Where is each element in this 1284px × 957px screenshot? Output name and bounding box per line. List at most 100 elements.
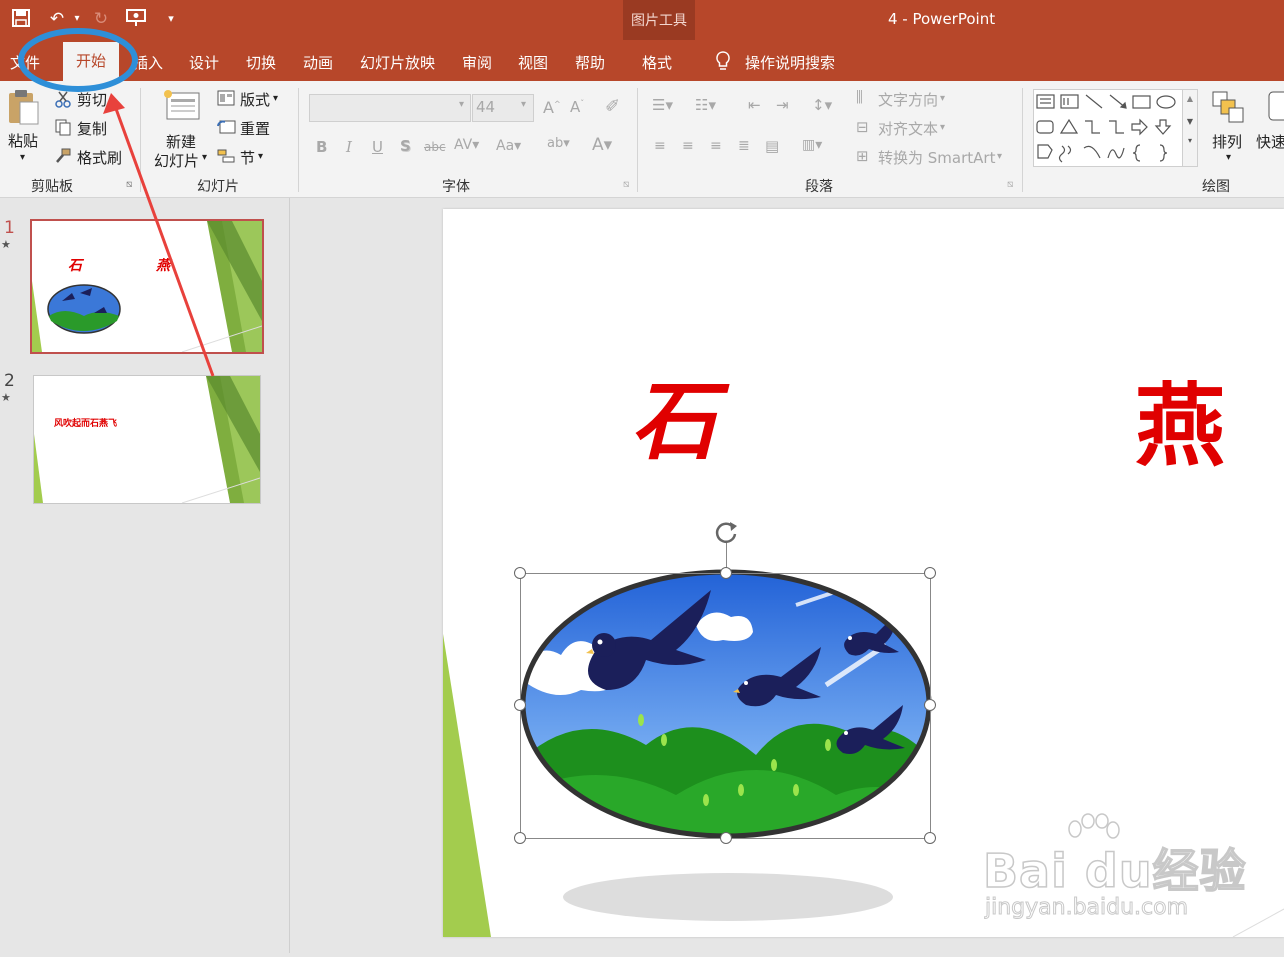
char-spacing-icon[interactable]: AV▾ — [454, 137, 479, 153]
align-text-button[interactable]: 对齐文本 — [878, 118, 938, 139]
layout-button[interactable]: 版式 — [240, 89, 270, 110]
arrange-icon[interactable] — [1210, 89, 1246, 125]
paste-icon[interactable] — [6, 88, 40, 126]
new-slide-chevron-icon[interactable]: ▾ — [202, 152, 207, 163]
present-icon[interactable] — [125, 8, 147, 30]
font-color-icon[interactable]: A▾ — [592, 135, 612, 155]
tab-design[interactable]: 设计 — [189, 52, 219, 73]
paragraph-group-label: 段落 — [805, 179, 833, 195]
format-painter-button[interactable]: 格式刷 — [77, 147, 122, 168]
save-icon[interactable] — [10, 8, 32, 30]
slide-char-yan[interactable]: 燕 — [1135, 381, 1225, 471]
baidu-paw-icon — [1061, 813, 1121, 853]
italic-icon[interactable]: I — [346, 138, 352, 156]
shadow-icon[interactable]: S — [400, 137, 411, 155]
tab-format[interactable]: 格式 — [642, 52, 672, 73]
highlight-icon[interactable]: ab▾ — [547, 136, 570, 151]
paragraph-launcher-icon[interactable]: ⧅ — [1007, 179, 1013, 190]
separator — [140, 88, 141, 192]
slide-char-shi[interactable]: 石 — [631, 379, 717, 465]
new-slide-icon[interactable] — [163, 89, 201, 123]
reset-button[interactable]: 重置 — [240, 118, 270, 139]
rotate-handle-icon[interactable] — [711, 517, 741, 547]
tab-insert[interactable]: 插入 — [133, 52, 163, 73]
thumb1-char-shi: 石 — [68, 258, 82, 274]
undo-dropdown-icon[interactable]: ▾ — [66, 8, 88, 30]
selection-frame — [520, 573, 931, 839]
tell-me-search[interactable]: 操作说明搜索 — [745, 52, 835, 73]
font-name-dropdown-icon[interactable]: ▾ — [459, 99, 464, 110]
copy-button[interactable]: 复制 — [77, 118, 107, 139]
text-direction-chevron-icon[interactable]: ▾ — [940, 93, 945, 104]
undo-icon[interactable]: ↶ — [46, 8, 68, 30]
resize-handle-w[interactable] — [514, 699, 526, 711]
change-case-icon[interactable]: Aa▾ — [496, 138, 521, 154]
shapes-gallery-scrollbar[interactable]: ▲ ▼ ▾ — [1182, 89, 1198, 167]
quick-styles-button[interactable]: 快速 — [1256, 131, 1284, 152]
align-text-chevron-icon[interactable]: ▾ — [940, 122, 945, 133]
align-center-icon[interactable]: ≡ — [682, 138, 694, 154]
align-left-icon[interactable]: ≡ — [654, 138, 666, 154]
separator — [637, 88, 638, 192]
paste-button[interactable]: 粘贴 — [8, 130, 38, 151]
grow-font-icon[interactable]: A^ — [543, 98, 561, 117]
resize-handle-nw[interactable] — [514, 567, 526, 579]
resize-handle-n[interactable] — [720, 567, 732, 579]
arrange-chevron-icon[interactable]: ▾ — [1226, 152, 1231, 163]
clipboard-launcher-icon[interactable]: ⧅ — [126, 179, 132, 190]
watermark-url: jingyan.baidu.com — [984, 895, 1189, 921]
redo-icon[interactable]: ↻ — [90, 8, 112, 30]
underline-icon[interactable]: U — [372, 138, 383, 156]
text-direction-button[interactable]: 文字方向 — [878, 89, 938, 110]
tab-review[interactable]: 审阅 — [462, 52, 492, 73]
quick-styles-icon[interactable] — [1266, 89, 1284, 125]
new-slide-dropdown[interactable]: 幻灯片 — [154, 150, 199, 171]
resize-handle-ne[interactable] — [924, 567, 936, 579]
text-direction-icon[interactable]: ⫼ — [856, 88, 863, 106]
justify-icon[interactable]: ≣ — [738, 138, 750, 154]
customize-toolbar-icon[interactable]: ▾ — [160, 8, 182, 30]
tab-file[interactable]: 文件 — [10, 52, 40, 73]
section-button[interactable]: 节 — [240, 147, 255, 168]
font-name-input[interactable] — [309, 94, 471, 122]
resize-handle-se[interactable] — [924, 832, 936, 844]
font-group-label: 字体 — [442, 179, 470, 195]
new-slide-label[interactable]: 新建 — [166, 131, 196, 152]
tab-home[interactable]: 开始 — [63, 42, 119, 81]
clear-format-icon[interactable]: ✐ — [605, 96, 620, 117]
slide-thumbnail-2[interactable]: 风吹起而石燕飞 — [33, 375, 261, 504]
tab-transitions[interactable]: 切换 — [246, 52, 276, 73]
slide-canvas[interactable]: 石 燕 Bai du经验 jingyan.baidu.com — [443, 209, 1284, 937]
align-text-icon[interactable]: ⊟ — [856, 118, 869, 136]
font-launcher-icon[interactable]: ⧅ — [623, 179, 629, 190]
resize-handle-s[interactable] — [720, 832, 732, 844]
shapes-gallery[interactable] — [1033, 89, 1185, 167]
increase-indent-icon[interactable]: ⇥ — [776, 96, 789, 114]
tab-slideshow[interactable]: 幻灯片放映 — [360, 52, 435, 73]
align-right-icon[interactable]: ≡ — [710, 138, 722, 154]
resize-handle-e[interactable] — [924, 699, 936, 711]
bold-icon[interactable]: B — [316, 138, 327, 156]
font-size-dropdown-icon[interactable]: ▾ — [521, 99, 526, 110]
line-spacing-icon[interactable]: ↕▾ — [812, 96, 832, 114]
slide-thumbnail-1[interactable]: 石 燕 — [30, 219, 264, 354]
strikethrough-icon[interactable]: abc — [424, 140, 446, 154]
section-chevron-icon[interactable]: ▾ — [258, 151, 263, 162]
tab-view[interactable]: 视图 — [518, 52, 548, 73]
arrange-button[interactable]: 排列 — [1212, 131, 1242, 152]
smartart-icon[interactable]: ⊞ — [856, 147, 869, 165]
resize-handle-sw[interactable] — [514, 832, 526, 844]
tab-help[interactable]: 帮助 — [575, 52, 605, 73]
layout-chevron-icon[interactable]: ▾ — [273, 93, 278, 104]
distributed-icon[interactable]: ▤ — [765, 137, 779, 155]
tab-animations[interactable]: 动画 — [303, 52, 333, 73]
numbering-icon[interactable]: ☷▾ — [695, 96, 716, 114]
shrink-font-icon[interactable]: Aˇ — [570, 98, 584, 116]
smartart-chevron-icon[interactable]: ▾ — [997, 151, 1002, 162]
paste-dropdown-icon[interactable]: ▾ — [20, 152, 25, 163]
convert-smartart-button[interactable]: 转换为 SmartArt — [878, 147, 995, 168]
bullets-icon[interactable]: ☰▾ — [652, 96, 673, 114]
cut-button[interactable]: 剪切 — [77, 89, 107, 110]
decrease-indent-icon[interactable]: ⇤ — [748, 96, 761, 114]
columns-icon[interactable]: ▥▾ — [802, 137, 822, 153]
